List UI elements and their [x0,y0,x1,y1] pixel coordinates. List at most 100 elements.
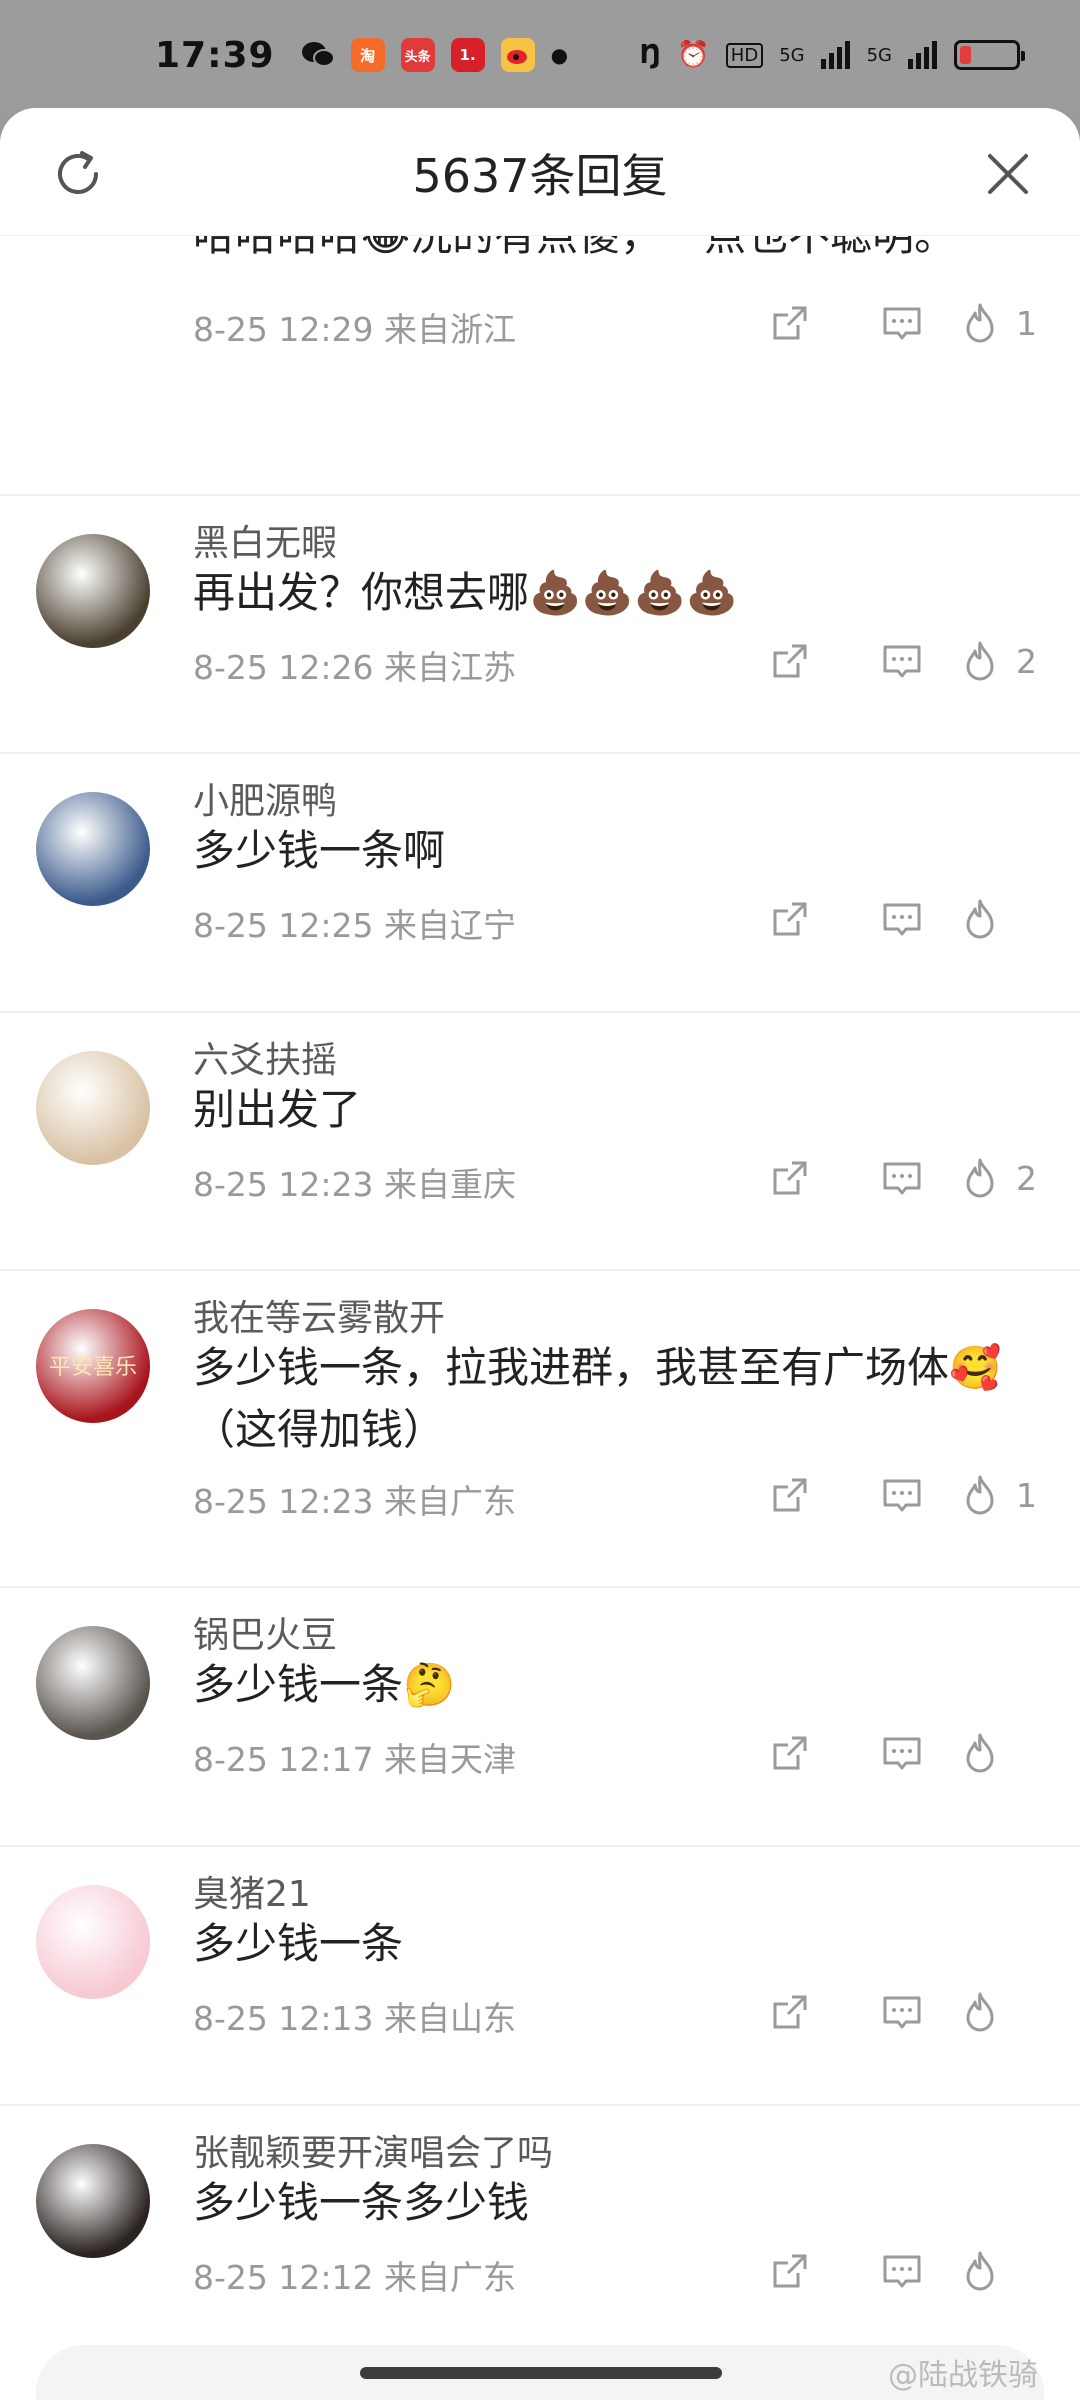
like-button[interactable] [958,1990,1044,2034]
meta-separator [374,1740,385,1779]
share-button[interactable] [734,1987,846,2037]
meta-separator [374,648,385,687]
comment-actions [734,1728,1044,1778]
comment-icon [883,2255,921,2288]
avatar[interactable] [36,1885,150,1999]
reply-button[interactable] [846,2246,958,2296]
comment-username[interactable]: 六爻扶摇 [193,1031,337,1083]
reply-button[interactable] [846,1987,958,2037]
network-label: 5G [779,44,805,66]
close-icon [988,154,1028,194]
share-icon [773,1995,807,2029]
comment-item[interactable]: 小肥源鸭 多少钱一条啊 8-25 12:25 来自辽宁 [0,754,1080,1013]
share-icon [773,306,807,340]
share-button[interactable] [734,1470,846,1520]
avatar[interactable] [36,1051,150,1165]
comment-username[interactable]: 臭猪21 [193,1865,311,1917]
comment-username[interactable]: 我在等云雾散开 [193,1289,445,1341]
home-indicator[interactable] [360,2367,722,2379]
reply-button[interactable] [846,1728,958,1778]
weibo-icon [500,38,535,72]
comment-item[interactable]: 臭猪21 多少钱一条 8-25 12:13 来自山东 [0,1847,1080,2106]
comment-meta: 8-25 12:12 来自广东 [193,2251,516,2299]
reply-button[interactable] [846,894,958,944]
like-button[interactable]: 1 [958,1473,1044,1517]
share-button[interactable] [734,1153,846,1203]
share-button[interactable] [734,298,846,348]
meta-separator [374,310,385,349]
replies-sheet: 5637条回复 哈哈哈哈😂洗的有点傻，一点也不聪明。 8-25 12:29 来自浙… [0,108,1080,2400]
share-icon [773,1478,807,1512]
share-button[interactable] [734,1728,846,1778]
comment-meta: 8-25 12:26 来自江苏 [193,641,516,689]
comment-time: 8-25 12:23 [193,1482,374,1521]
comment-actions: 1 [734,1470,1044,1520]
avatar-text: 平安喜乐 [48,1355,137,1380]
reply-button[interactable] [846,298,958,348]
share-icon [773,2254,807,2288]
app-1-icon: 1. [450,38,485,72]
comment-meta: 8-25 12:25 来自辽宁 [193,899,516,947]
comment-icon [883,307,921,340]
comment-actions: 2 [734,636,1044,686]
comment-icon [883,1996,921,2029]
comment-time: 8-25 12:26 [193,648,374,687]
fire-icon [958,1990,1002,2034]
comment-username[interactable]: 小肥源鸭 [193,772,337,824]
reply-button[interactable] [846,1470,958,1520]
comment-username[interactable]: 张靓颖要开演唱会了吗 [193,2124,553,2176]
fire-icon [958,301,1002,345]
fire-icon [958,639,1002,683]
share-button[interactable] [734,2246,846,2296]
comment-time: 8-25 12:13 [193,1999,374,2038]
page-title: 5637条回复 [412,149,668,203]
hd-icon: HD [725,42,764,68]
meta-separator [374,906,385,945]
share-icon [773,1736,807,1770]
comment-time: 8-25 12:25 [193,906,374,945]
comment-location: 来自江苏 [384,648,516,687]
comment-location: 来自辽宁 [384,906,516,945]
like-button[interactable] [958,1731,1044,1775]
avatar[interactable] [36,534,150,648]
comment-item[interactable]: 六爻扶摇 别出发了 8-25 12:23 来自重庆 2 [0,1013,1080,1271]
comment-username[interactable]: 黑白无暇 [193,514,337,566]
like-button[interactable]: 2 [958,639,1044,683]
comment-item[interactable]: 锅巴火豆 多少钱一条🤔 8-25 12:17 来自天津 [0,1588,1080,1847]
comment-list[interactable]: 哈哈哈哈😂洗的有点傻，一点也不聪明。 8-25 12:29 来自浙江 1 黑白无暇再出… [0,236,1080,2316]
like-button[interactable]: 1 [958,301,1044,345]
share-icon [773,902,807,936]
like-button[interactable] [958,2249,1044,2293]
like-button[interactable]: 2 [958,1156,1044,1200]
reply-button[interactable] [846,1153,958,1203]
comment-meta: 8-25 12:29 来自浙江 [193,303,516,351]
comment-location: 来自山东 [384,1999,516,2038]
share-button[interactable] [734,894,846,944]
comment-text: 多少钱一条啊 [193,826,446,875]
comment-actions: 1 [734,298,1044,348]
like-count: 1 [1016,303,1037,343]
avatar[interactable]: 平安喜乐 [36,1309,150,1423]
close-button[interactable] [978,144,1038,204]
share-button[interactable] [734,636,846,686]
avatar[interactable] [36,792,150,906]
avatar[interactable] [36,2144,150,2258]
like-button[interactable] [958,897,1044,941]
reply-button[interactable] [846,636,958,686]
comment-icon [883,1162,921,1195]
comment-time: 8-25 12:17 [193,1740,374,1779]
comment-item[interactable]: 平安喜乐 我在等云雾散开 多少钱一条，拉我进群，我甚至有广场体🥰（这得加钱） 8-25… [0,1271,1080,1588]
comment-icon [883,903,921,936]
comment-item[interactable]: 哈哈哈哈😂洗的有点傻，一点也不聪明。 8-25 12:29 来自浙江 1 [0,236,1080,496]
avatar[interactable] [36,1626,150,1740]
comment-item[interactable]: 张靓颖要开演唱会了吗 多少钱一条多少钱 8-25 12:12 来自广东 [0,2106,1080,2316]
comment-item[interactable]: 黑白无暇 再出发？你想去哪💩💩💩💩 8-25 12:26 来自江苏 2 [0,496,1080,754]
fire-icon [958,1731,1002,1775]
comment-meta: 8-25 12:13 来自山东 [193,1992,516,2040]
comment-text: 哈哈哈哈😂洗的有点傻，一点也不聪明。 [193,236,1033,267]
comment-icon [883,1737,921,1770]
comment-location: 来自广东 [384,2258,516,2297]
fire-icon [958,1156,1002,1200]
battery-icon [954,40,1025,70]
comment-username[interactable]: 锅巴火豆 [193,1606,337,1658]
